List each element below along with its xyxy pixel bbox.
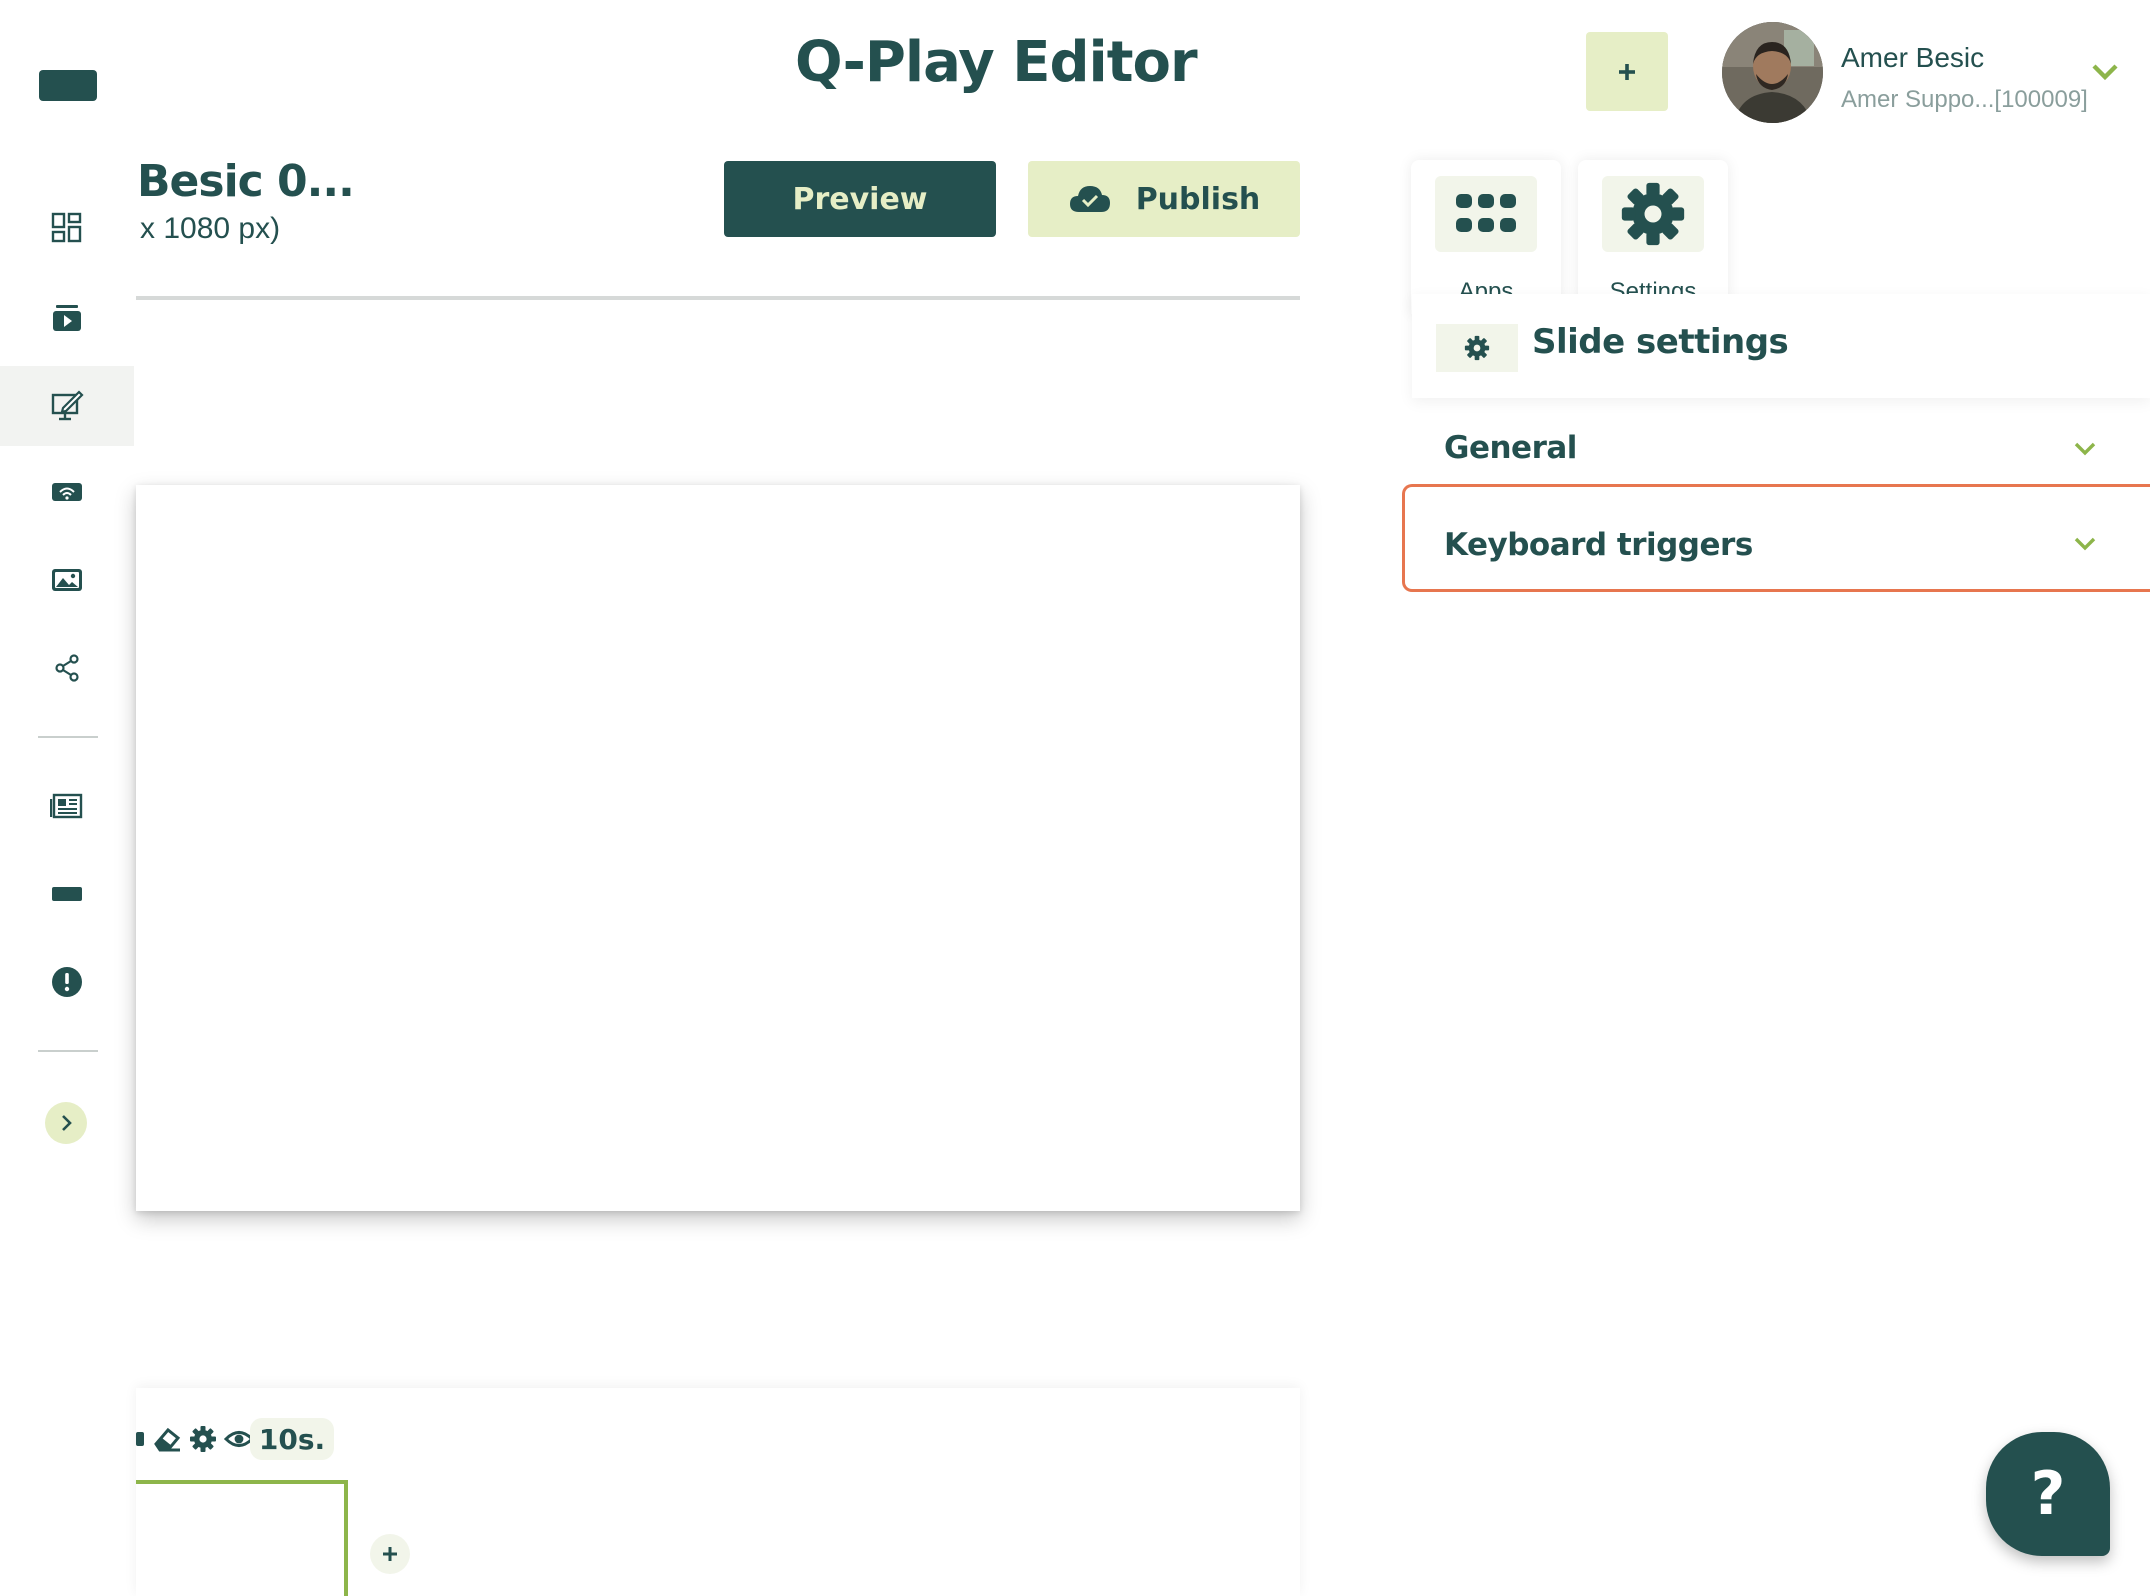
settings-gear-icon — [1621, 182, 1685, 246]
plus-icon — [1619, 63, 1635, 80]
sidebar-item-share[interactable] — [0, 628, 134, 708]
publish-button[interactable]: Publish — [1028, 161, 1300, 237]
wifi-device-icon — [52, 483, 82, 501]
sidebar-item-dashboard[interactable] — [0, 188, 134, 268]
sidebar-item-news[interactable] — [0, 766, 134, 846]
editor-icon — [51, 390, 84, 421]
document-title: Besic 0... — [137, 156, 355, 207]
chevron-down-icon[interactable] — [2090, 60, 2120, 84]
accordion-keyboard-triggers-label: Keyboard triggers — [1444, 527, 1753, 563]
screen-icon — [52, 887, 82, 901]
eraser-icon[interactable] — [152, 1424, 182, 1454]
publish-button-label: Publish — [1135, 181, 1261, 217]
alert-icon — [52, 967, 82, 997]
sidebar-item-screens[interactable] — [0, 854, 134, 934]
sidebar-divider — [38, 736, 98, 738]
plus-icon — [383, 1547, 397, 1561]
preview-button[interactable]: Preview — [724, 161, 996, 237]
user-name: Amer Besic — [1841, 42, 1985, 73]
app-title: Q-Play Editor — [795, 30, 1198, 95]
logo[interactable] — [39, 70, 97, 101]
chevron-right-icon — [62, 1115, 72, 1131]
sidebar-item-devices[interactable] — [0, 452, 134, 532]
add-slide-button[interactable] — [370, 1534, 410, 1574]
slide-actions — [136, 1424, 254, 1454]
share-icon — [55, 654, 79, 682]
toolbar-divider — [136, 296, 1300, 300]
settings-icon-box — [1602, 176, 1704, 252]
slide-settings-title: Slide settings — [1532, 322, 1789, 362]
accordion-general-label: General — [1444, 430, 1577, 466]
sidebar-item-alerts[interactable] — [0, 942, 134, 1022]
chevron-down-icon — [2074, 537, 2096, 551]
help-button[interactable]: ? — [1986, 1432, 2110, 1556]
slide-settings-icon-box — [1436, 324, 1518, 372]
add-button[interactable] — [1586, 32, 1668, 111]
slide-settings-header: Slide settings — [1412, 294, 2150, 398]
sidebar-item-editor[interactable] — [0, 366, 134, 446]
cloud-check-icon — [1069, 186, 1110, 212]
newspaper-icon — [50, 793, 83, 819]
accordion-keyboard-triggers[interactable]: Keyboard triggers — [1402, 484, 2150, 592]
tab-settings[interactable]: Settings — [1578, 160, 1728, 314]
drag-handle-icon[interactable] — [136, 1424, 146, 1454]
left-sidebar — [0, 0, 134, 1596]
tab-apps[interactable]: Apps — [1411, 160, 1561, 314]
sidebar-item-media[interactable] — [0, 278, 134, 358]
apps-grid-icon — [1456, 194, 1516, 232]
media-player-icon — [53, 305, 81, 331]
user-organization: Amer Suppo...[100009] — [1841, 86, 2088, 113]
preview-button-label: Preview — [792, 181, 928, 217]
chevron-down-icon — [2074, 442, 2096, 456]
slide-duration[interactable]: 10s. — [250, 1418, 334, 1460]
apps-icon-box — [1435, 176, 1537, 252]
user-photo — [1722, 22, 1823, 123]
avatar[interactable] — [1722, 22, 1823, 123]
settings-gear-icon[interactable] — [188, 1424, 218, 1454]
timeline-slide-thumbnail[interactable] — [136, 1480, 348, 1596]
app-root: Q-Play Editor Amer Besic Amer Suppo...[1… — [0, 0, 2150, 1596]
sidebar-divider — [38, 1050, 98, 1052]
image-gallery-icon — [52, 569, 82, 591]
expand-sidebar-button[interactable] — [45, 1102, 87, 1144]
slide-canvas[interactable] — [136, 485, 1300, 1211]
slide-timeline: 10s. — [136, 1388, 1300, 1596]
dashboard-icon — [51, 212, 82, 243]
gear-icon — [1464, 335, 1490, 361]
help-button-label: ? — [2030, 1459, 2066, 1529]
document-resolution: x 1080 px) — [140, 212, 281, 245]
sidebar-item-gallery[interactable] — [0, 540, 134, 620]
